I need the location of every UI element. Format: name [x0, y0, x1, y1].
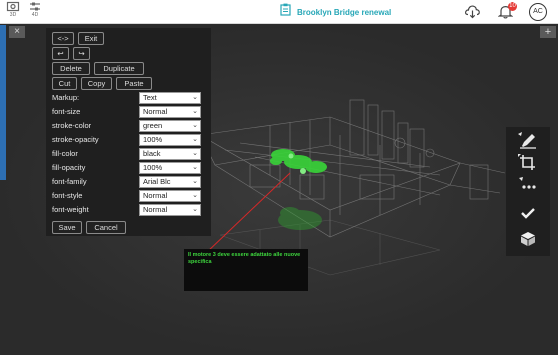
- select-value: Normal: [143, 205, 168, 214]
- cloud-download-button[interactable]: [464, 4, 481, 24]
- cut-button[interactable]: Cut: [52, 77, 77, 90]
- 4d-view-button[interactable]: 4D: [25, 1, 45, 18]
- font-style-row: font-style Normal ⌄: [52, 190, 202, 203]
- select-value: 100%: [143, 135, 163, 144]
- chevron-down-icon: ⌄: [192, 192, 198, 199]
- left-edge-strip: [0, 25, 6, 180]
- stroke-opacity-select[interactable]: 100% ⌄: [139, 134, 201, 146]
- fill-color-select[interactable]: black ⌄: [139, 148, 201, 160]
- 4d-view-icon: [25, 1, 45, 12]
- stroke-color-select[interactable]: green ⌄: [139, 120, 201, 132]
- select-value: Normal: [143, 191, 168, 200]
- pencil-icon: [518, 131, 538, 155]
- crop-tool-button[interactable]: [508, 153, 548, 177]
- markup-annotation[interactable]: Il motore 3 deve essere adattato alle nu…: [184, 249, 308, 291]
- save-button[interactable]: Save: [52, 221, 82, 234]
- chevron-down-icon: ⌄: [192, 136, 198, 143]
- font-weight-row: font-weight Normal ⌄: [52, 204, 202, 217]
- chevron-down-icon: ⌄: [192, 94, 198, 101]
- copy-button[interactable]: Copy: [81, 77, 112, 90]
- property-label: font-style: [52, 191, 83, 200]
- font-style-select[interactable]: Normal ⌄: [139, 190, 201, 202]
- chevron-down-icon: ⌄: [192, 164, 198, 171]
- 3d-view-icon: [3, 1, 23, 12]
- select-value: 100%: [143, 163, 163, 172]
- font-family-select[interactable]: Arial Blc ⌄: [139, 176, 201, 188]
- font-weight-select[interactable]: Normal ⌄: [139, 204, 201, 216]
- top-toolbar: 3D 4D Brooklyn Bridge renewal 10 AC: [0, 0, 558, 24]
- chevron-down-icon: ⌄: [192, 122, 198, 129]
- property-label: font-size: [52, 107, 81, 116]
- property-label: stroke-opacity: [52, 135, 99, 144]
- more-tools-button[interactable]: [508, 175, 548, 199]
- 3d-view-label: 3D: [9, 12, 17, 18]
- fill-color-row: fill-color black ⌄: [52, 148, 202, 161]
- 4d-view-label: 4D: [31, 12, 39, 18]
- chevron-down-icon: ⌄: [192, 108, 198, 115]
- stroke-color-row: stroke-color green ⌄: [52, 120, 202, 133]
- font-size-select[interactable]: Normal ⌄: [139, 106, 201, 118]
- paste-button[interactable]: Paste: [116, 77, 152, 90]
- cancel-button[interactable]: Cancel: [86, 221, 126, 234]
- select-value: Normal: [143, 107, 168, 116]
- crop-icon: [518, 153, 538, 177]
- project-selector[interactable]: Brooklyn Bridge renewal: [280, 3, 392, 21]
- confirm-button[interactable]: [508, 203, 548, 227]
- markup-type-row: Markup: Text ⌄: [52, 92, 202, 105]
- nav-toggle-button[interactable]: <->: [52, 32, 74, 45]
- exit-button[interactable]: Exit: [78, 32, 104, 45]
- cloud-download-icon: [464, 5, 481, 23]
- stroke-opacity-row: stroke-opacity 100% ⌄: [52, 134, 202, 147]
- close-button[interactable]: ×: [9, 26, 25, 38]
- delete-button[interactable]: Delete: [52, 62, 90, 75]
- property-label: fill-color: [52, 149, 78, 158]
- property-label: fill-opacity: [52, 163, 86, 172]
- select-value: black: [143, 149, 161, 158]
- notification-badge: 10: [508, 2, 517, 11]
- select-value: Arial Blc: [143, 177, 171, 186]
- 3d-object-button[interactable]: [508, 229, 548, 253]
- add-button[interactable]: +: [540, 26, 556, 38]
- redo-button[interactable]: ↪: [73, 47, 90, 60]
- chevron-down-icon: ⌄: [192, 150, 198, 157]
- avatar[interactable]: AC: [529, 3, 547, 21]
- check-icon: [520, 206, 536, 225]
- 3d-view-button[interactable]: 3D: [3, 1, 23, 18]
- clipboard-icon: [280, 3, 291, 21]
- font-family-row: font-family Arial Blc ⌄: [52, 176, 202, 189]
- property-label: Markup:: [52, 93, 80, 102]
- chevron-down-icon: ⌄: [192, 178, 198, 185]
- select-value: Text: [143, 93, 157, 102]
- markup-panel: <-> Exit ↩ ↪ Delete Duplicate Cut Copy P…: [46, 28, 211, 236]
- duplicate-button[interactable]: Duplicate: [94, 62, 144, 75]
- undo-button[interactable]: ↩: [52, 47, 69, 60]
- pencil-tool-button[interactable]: [508, 131, 548, 155]
- select-value: green: [143, 121, 163, 130]
- property-label: font-family: [52, 177, 87, 186]
- property-label: font-weight: [52, 205, 89, 214]
- fill-opacity-select[interactable]: 100% ⌄: [139, 162, 201, 174]
- font-size-row: font-size Normal ⌄: [52, 106, 202, 119]
- cube-icon: [520, 231, 536, 252]
- more-icon: [518, 176, 538, 198]
- annotation-text: Il motore 3 deve essere adattato alle nu…: [188, 252, 301, 265]
- fill-opacity-row: fill-opacity 100% ⌄: [52, 162, 202, 175]
- property-label: stroke-color: [52, 121, 92, 130]
- project-name: Brooklyn Bridge renewal: [297, 7, 392, 17]
- chevron-down-icon: ⌄: [192, 206, 198, 213]
- markup-type-select[interactable]: Text ⌄: [139, 92, 201, 104]
